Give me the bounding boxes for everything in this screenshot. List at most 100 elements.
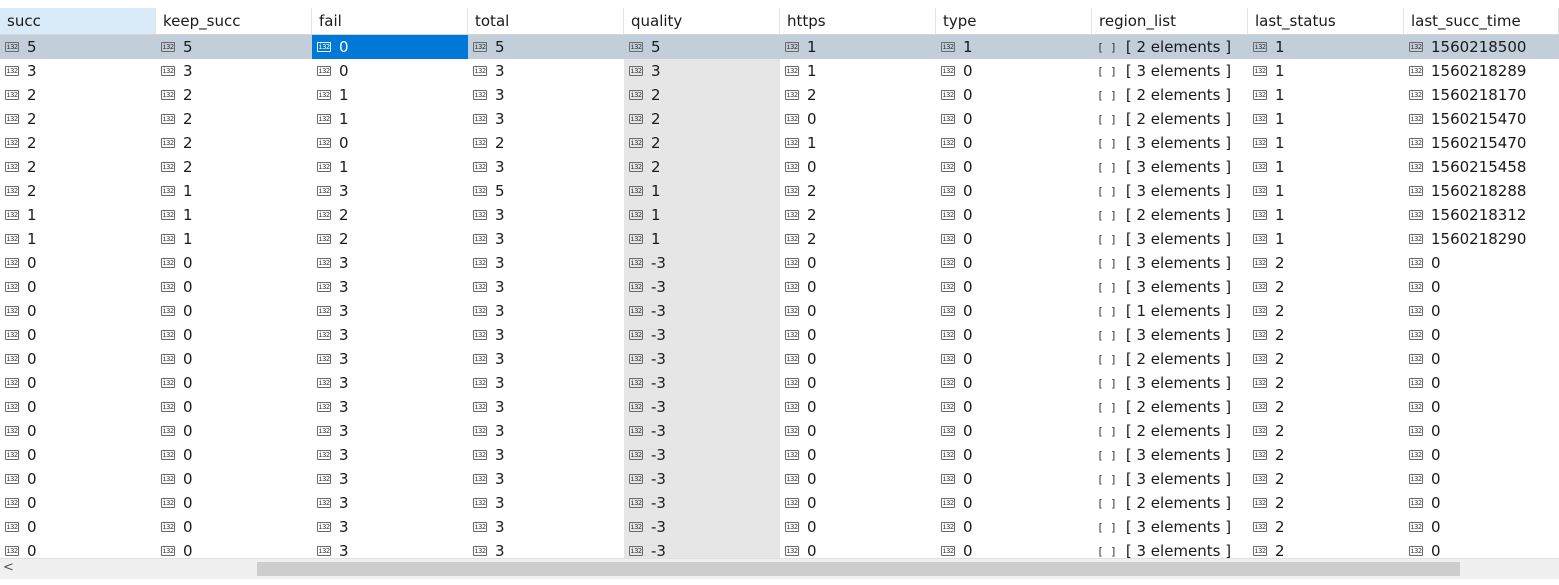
table-cell-fail[interactable]: i32 3 xyxy=(312,443,468,467)
table-cell-type[interactable]: i32 0 xyxy=(936,155,1092,179)
table-cell-fail[interactable]: i32 3 xyxy=(312,539,468,558)
table-cell-quality[interactable]: i32 3 xyxy=(624,59,780,83)
table-cell-last-status[interactable]: i32 2 xyxy=(1248,419,1404,443)
table-cell-keep-succ[interactable]: i32 0 xyxy=(156,275,312,299)
table-cell-succ[interactable]: i32 0 xyxy=(0,251,156,275)
table-cell-quality[interactable]: i32 -3 xyxy=(624,467,780,491)
table-cell-succ[interactable]: i32 0 xyxy=(0,539,156,558)
table-cell-fail[interactable]: i32 3 xyxy=(312,179,468,203)
table-cell-type[interactable]: i32 0 xyxy=(936,107,1092,131)
table-cell-https[interactable]: i32 0 xyxy=(780,323,936,347)
table-cell-fail[interactable]: i32 3 xyxy=(312,323,468,347)
table-cell-total[interactable]: i32 3 xyxy=(468,83,624,107)
table-cell-last-succ-time[interactable]: i32 0 xyxy=(1404,419,1559,443)
table-cell-https[interactable]: i32 1 xyxy=(780,35,936,59)
table-cell-region-list[interactable]: [ ] [ 3 elements ] xyxy=(1092,251,1248,275)
table-cell-https[interactable]: i32 0 xyxy=(780,155,936,179)
table-cell-https[interactable]: i32 0 xyxy=(780,539,936,558)
table-cell-region-list[interactable]: [ ] [ 3 elements ] xyxy=(1092,515,1248,539)
table-cell-last-succ-time[interactable]: i32 0 xyxy=(1404,443,1559,467)
table-cell-quality[interactable]: i32 -3 xyxy=(624,299,780,323)
table-cell-last-status[interactable]: i32 2 xyxy=(1248,323,1404,347)
table-cell-keep-succ[interactable]: i32 3 xyxy=(156,59,312,83)
table-cell-fail[interactable]: i32 3 xyxy=(312,419,468,443)
table-cell-total[interactable]: i32 3 xyxy=(468,323,624,347)
table-cell-succ[interactable]: i32 0 xyxy=(0,419,156,443)
table-cell-total[interactable]: i32 3 xyxy=(468,275,624,299)
table-cell-region-list[interactable]: [ ] [ 3 elements ] xyxy=(1092,467,1248,491)
table-cell-succ[interactable]: i32 0 xyxy=(0,467,156,491)
table-row[interactable]: i32 0 i32 0 i32 3 i32 3 i32 -3 i32 0 i32 0 [ ] [ 3 elem… xyxy=(0,251,1559,275)
table-cell-last-succ-time[interactable]: i32 1560218170 xyxy=(1404,83,1559,107)
table-cell-region-list[interactable]: [ ] [ 2 elements ] xyxy=(1092,203,1248,227)
table-cell-fail[interactable]: i32 1 xyxy=(312,155,468,179)
table-cell-region-list[interactable]: [ ] [ 3 elements ] xyxy=(1092,323,1248,347)
table-cell-region-list[interactable]: [ ] [ 3 elements ] xyxy=(1092,131,1248,155)
table-cell-https[interactable]: i32 0 xyxy=(780,347,936,371)
table-cell-last-succ-time[interactable]: i32 0 xyxy=(1404,371,1559,395)
table-cell-fail[interactable]: i32 0 xyxy=(312,131,468,155)
table-cell-succ[interactable]: i32 0 xyxy=(0,395,156,419)
table-cell-keep-succ[interactable]: i32 1 xyxy=(156,179,312,203)
table-cell-fail[interactable]: i32 0 xyxy=(312,35,468,59)
table-cell-type[interactable]: i32 0 xyxy=(936,371,1092,395)
table-cell-quality[interactable]: i32 -3 xyxy=(624,395,780,419)
table-cell-total[interactable]: i32 3 xyxy=(468,107,624,131)
column-header-succ[interactable]: succ xyxy=(0,8,156,34)
table-cell-total[interactable]: i32 3 xyxy=(468,299,624,323)
table-cell-type[interactable]: i32 0 xyxy=(936,395,1092,419)
table-cell-fail[interactable]: i32 2 xyxy=(312,203,468,227)
table-cell-quality[interactable]: i32 -3 xyxy=(624,491,780,515)
table-cell-last-succ-time[interactable]: i32 1560218290 xyxy=(1404,227,1559,251)
table-cell-succ[interactable]: i32 2 xyxy=(0,107,156,131)
table-cell-region-list[interactable]: [ ] [ 2 elements ] xyxy=(1092,419,1248,443)
table-cell-last-succ-time[interactable]: i32 0 xyxy=(1404,347,1559,371)
table-cell-fail[interactable]: i32 2 xyxy=(312,227,468,251)
table-cell-keep-succ[interactable]: i32 0 xyxy=(156,539,312,558)
table-cell-last-succ-time[interactable]: i32 0 xyxy=(1404,467,1559,491)
table-row[interactable]: i32 0 i32 0 i32 3 i32 3 i32 -3 i32 0 i32 0 [ ] [ 3 elem… xyxy=(0,275,1559,299)
column-header-type[interactable]: type xyxy=(936,8,1092,34)
table-cell-keep-succ[interactable]: i32 0 xyxy=(156,515,312,539)
table-cell-total[interactable]: i32 3 xyxy=(468,443,624,467)
table-cell-quality[interactable]: i32 -3 xyxy=(624,323,780,347)
scroll-left-arrow-icon[interactable]: < xyxy=(3,560,14,575)
table-cell-last-status[interactable]: i32 1 xyxy=(1248,107,1404,131)
table-cell-quality[interactable]: i32 -3 xyxy=(624,275,780,299)
table-cell-type[interactable]: i32 0 xyxy=(936,419,1092,443)
table-cell-keep-succ[interactable]: i32 0 xyxy=(156,299,312,323)
table-cell-last-succ-time[interactable]: i32 1560215470 xyxy=(1404,107,1559,131)
table-cell-keep-succ[interactable]: i32 5 xyxy=(156,35,312,59)
table-cell-last-status[interactable]: i32 2 xyxy=(1248,371,1404,395)
table-cell-https[interactable]: i32 0 xyxy=(780,371,936,395)
horizontal-scrollbar[interactable]: < xyxy=(0,558,1559,579)
table-cell-https[interactable]: i32 0 xyxy=(780,275,936,299)
table-cell-type[interactable]: i32 0 xyxy=(936,203,1092,227)
table-cell-fail[interactable]: i32 3 xyxy=(312,467,468,491)
table-cell-fail[interactable]: i32 3 xyxy=(312,299,468,323)
table-cell-https[interactable]: i32 0 xyxy=(780,467,936,491)
table-cell-type[interactable]: i32 1 xyxy=(936,35,1092,59)
table-cell-type[interactable]: i32 0 xyxy=(936,59,1092,83)
table-cell-type[interactable]: i32 0 xyxy=(936,131,1092,155)
table-cell-succ[interactable]: i32 1 xyxy=(0,203,156,227)
table-cell-total[interactable]: i32 3 xyxy=(468,155,624,179)
table-cell-quality[interactable]: i32 -3 xyxy=(624,443,780,467)
table-cell-last-succ-time[interactable]: i32 0 xyxy=(1404,395,1559,419)
table-cell-succ[interactable]: i32 0 xyxy=(0,347,156,371)
table-cell-keep-succ[interactable]: i32 1 xyxy=(156,227,312,251)
table-cell-type[interactable]: i32 0 xyxy=(936,323,1092,347)
table-cell-last-status[interactable]: i32 1 xyxy=(1248,131,1404,155)
table-cell-keep-succ[interactable]: i32 0 xyxy=(156,371,312,395)
table-cell-succ[interactable]: i32 1 xyxy=(0,227,156,251)
table-cell-total[interactable]: i32 3 xyxy=(468,347,624,371)
table-row[interactable]: i32 1 i32 1 i32 2 i32 3 i32 1 i32 2 i32 0 [ ] [ 3 eleme… xyxy=(0,227,1559,251)
table-cell-keep-succ[interactable]: i32 0 xyxy=(156,419,312,443)
table-cell-keep-succ[interactable]: i32 1 xyxy=(156,203,312,227)
table-cell-quality[interactable]: i32 -3 xyxy=(624,347,780,371)
table-row[interactable]: i32 0 i32 0 i32 3 i32 3 i32 -3 i32 0 i32 0 [ ] [ 3 elem… xyxy=(0,323,1559,347)
column-header-total[interactable]: total xyxy=(468,8,624,34)
table-cell-succ[interactable]: i32 2 xyxy=(0,179,156,203)
table-cell-last-succ-time[interactable]: i32 0 xyxy=(1404,275,1559,299)
table-cell-last-status[interactable]: i32 2 xyxy=(1248,251,1404,275)
